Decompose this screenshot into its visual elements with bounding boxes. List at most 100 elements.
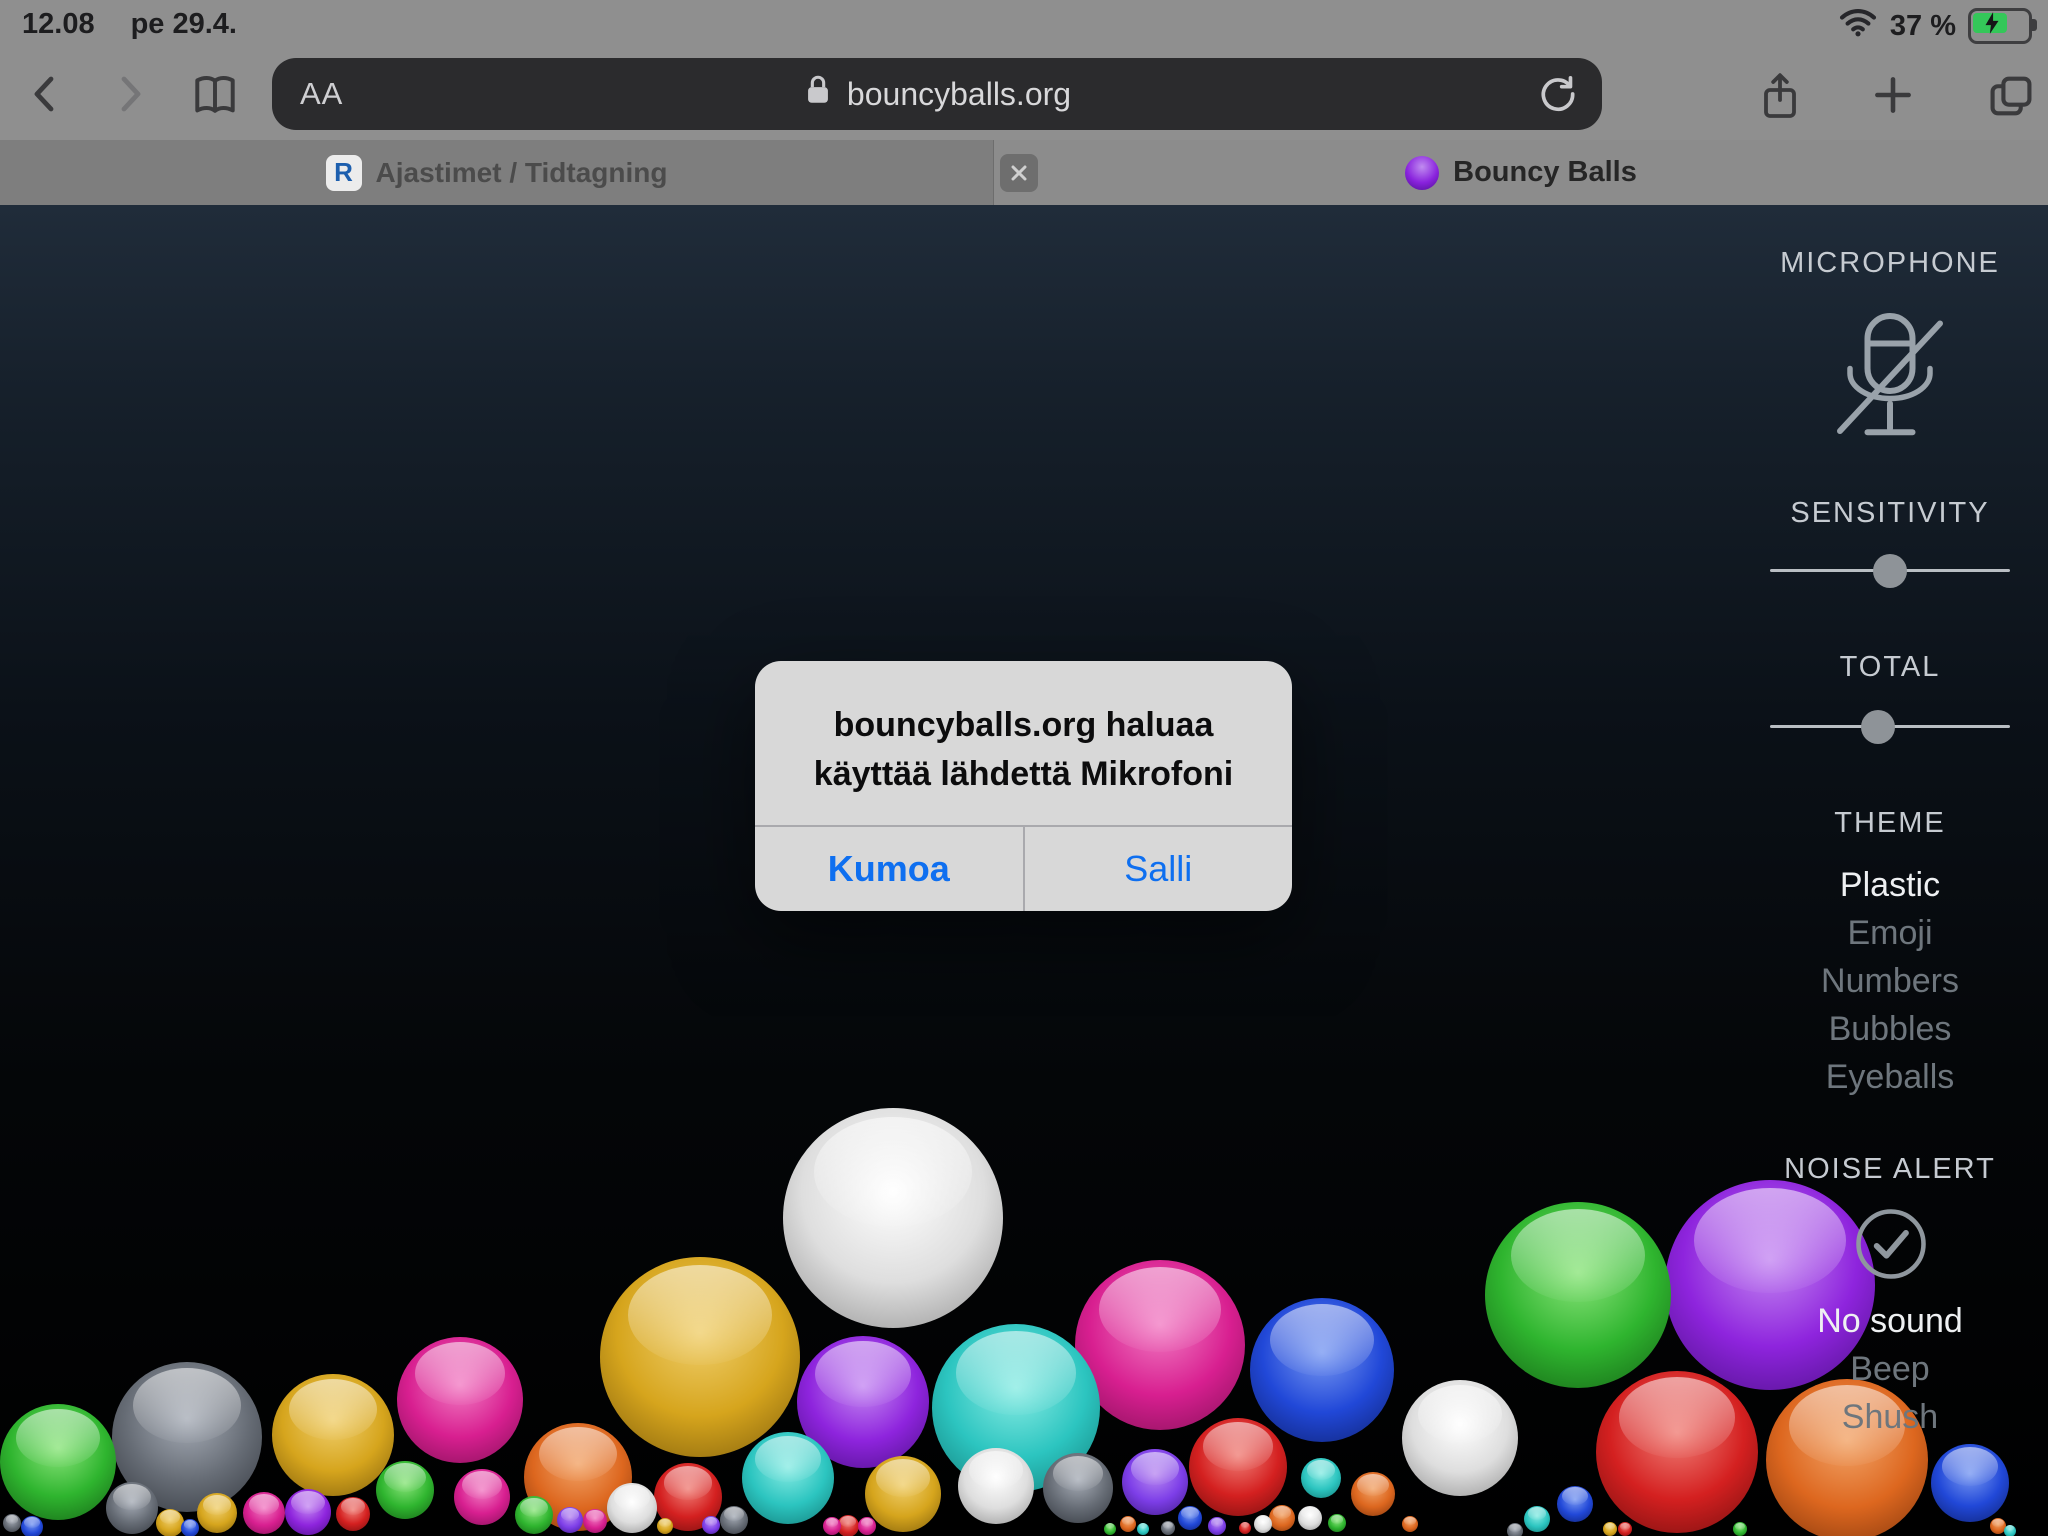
noise-alert-check-icon[interactable]: [1852, 1205, 1930, 1288]
noise-option-beep[interactable]: Beep: [1732, 1345, 2048, 1393]
bouncy-ball-magenta: [858, 1517, 876, 1535]
tab-title: Bouncy Balls: [1453, 156, 1637, 189]
reload-button[interactable]: [1536, 72, 1580, 116]
sensitivity-thumb[interactable]: [1873, 554, 1907, 588]
noise-alert-options: No soundBeepShush: [1732, 1297, 2048, 1441]
bouncy-ball-white: [1402, 1380, 1518, 1496]
bouncy-ball-green: [1104, 1523, 1116, 1535]
bouncy-ball-magenta: [454, 1469, 510, 1525]
share-button[interactable]: [1755, 70, 1803, 118]
bouncy-ball-magenta: [823, 1517, 841, 1535]
date: pe 29.4.: [131, 8, 237, 41]
bouncy-ball-violet: [1208, 1517, 1226, 1535]
back-button[interactable]: [22, 70, 70, 118]
tab-favicon-timer: R: [326, 155, 362, 191]
bouncy-ball-orange: [1351, 1472, 1395, 1516]
sensitivity-slider[interactable]: [1770, 553, 2010, 589]
theme-option-eyeballs[interactable]: Eyeballs: [1732, 1053, 2048, 1101]
tab-bouncy-balls[interactable]: Bouncy Balls: [994, 140, 2048, 205]
bouncy-ball-gray: [1043, 1453, 1113, 1523]
bouncy-ball-violet: [1122, 1449, 1188, 1515]
bouncy-ball-gray: [1161, 1521, 1175, 1535]
microphone-label: MICROPHONE: [1732, 247, 2048, 280]
sensitivity-label: SENSITIVITY: [1732, 497, 2048, 530]
bouncy-ball-red: [1618, 1522, 1632, 1536]
url-text: bouncyballs.org: [847, 76, 1071, 113]
bouncyballs-canvas[interactable]: MICROPHONE SENSITIVITY TOTAL: [0, 205, 2048, 1536]
bouncy-ball-gold: [1603, 1522, 1617, 1536]
bouncy-ball-magenta: [583, 1509, 607, 1533]
bouncy-ball-white: [607, 1483, 657, 1533]
tab-bar: R Ajastimet / Tidtagning Bouncy Balls: [0, 140, 2048, 205]
ipad-screen: 12.08 pe 29.4. 37 %: [0, 0, 2048, 1536]
bouncy-ball-magenta: [243, 1492, 285, 1534]
bouncy-ball-red: [1189, 1418, 1287, 1516]
bouncy-ball-green: [0, 1404, 116, 1520]
reader-button[interactable]: AA: [300, 76, 343, 112]
theme-options: PlasticEmojiNumbersBubblesEyeballs: [1732, 861, 2048, 1101]
bouncy-ball-blue: [181, 1519, 199, 1536]
bouncy-ball-orange: [1120, 1516, 1136, 1532]
safari-toolbar: AA bouncyballs.org: [0, 48, 2048, 140]
theme-option-emoji[interactable]: Emoji: [1732, 909, 2048, 957]
tab-ajastimet[interactable]: R Ajastimet / Tidtagning: [0, 140, 994, 205]
total-thumb[interactable]: [1861, 710, 1895, 744]
bouncy-ball-green: [515, 1496, 553, 1534]
tab-overview-button[interactable]: [1985, 70, 2033, 118]
bookmarks-icon[interactable]: [190, 70, 238, 118]
dialog-cancel-button[interactable]: Kumoa: [755, 827, 1025, 911]
new-tab-button[interactable]: [1868, 70, 1916, 118]
bouncy-ball-magenta: [1075, 1260, 1245, 1430]
bouncy-ball-red: [1239, 1522, 1251, 1534]
bouncy-ball-gray: [106, 1482, 158, 1534]
bouncy-ball-blue: [1178, 1506, 1202, 1530]
dialog-message: bouncyballs.org haluaa käyttää lähdettä …: [755, 701, 1292, 799]
battery-percent: 37 %: [1890, 10, 1956, 43]
dialog-allow-button[interactable]: Salli: [1025, 827, 1293, 911]
bouncy-ball-cyan: [1137, 1523, 1149, 1535]
noise-alert-label: NOISE ALERT: [1732, 1153, 2048, 1186]
wifi-icon: [1838, 6, 1878, 46]
bouncy-ball-gold: [865, 1456, 941, 1532]
bouncy-ball-green: [1485, 1202, 1671, 1388]
tab-favicon-ball: [1405, 156, 1439, 190]
theme-option-numbers[interactable]: Numbers: [1732, 957, 2048, 1005]
theme-option-plastic[interactable]: Plastic: [1732, 861, 2048, 909]
address-bar[interactable]: AA bouncyballs.org: [272, 58, 1602, 130]
bouncy-ball-gold: [197, 1493, 237, 1533]
bouncy-ball-blue: [1250, 1298, 1394, 1442]
battery-icon: [1968, 8, 2032, 44]
total-slider[interactable]: [1770, 709, 2010, 745]
bouncy-ball-gray: [1507, 1523, 1523, 1536]
bouncy-ball-blue: [21, 1516, 43, 1536]
bouncy-ball-gold: [657, 1518, 673, 1534]
bouncy-ball-white: [1298, 1506, 1322, 1530]
bouncy-ball-white: [783, 1108, 1003, 1328]
theme-label: THEME: [1732, 807, 2048, 840]
bouncy-ball-blue: [1557, 1486, 1593, 1522]
bouncy-ball-orange: [1402, 1516, 1418, 1532]
bouncy-ball-gray: [720, 1506, 748, 1534]
bouncy-ball-orange: [1269, 1505, 1295, 1531]
forward-button[interactable]: [105, 70, 153, 118]
noise-option-no-sound[interactable]: No sound: [1732, 1297, 2048, 1345]
status-bar: 12.08 pe 29.4. 37 %: [0, 0, 2048, 48]
tab-title: Ajastimet / Tidtagning: [376, 157, 668, 189]
noise-option-shush[interactable]: Shush: [1732, 1393, 2048, 1441]
bouncy-ball-purple: [285, 1489, 331, 1535]
bouncy-ball-cyan: [742, 1432, 834, 1524]
clock: 12.08: [22, 8, 95, 41]
microphone-muted-icon[interactable]: [1815, 301, 1965, 456]
bouncy-ball-gold: [156, 1509, 184, 1536]
bouncy-ball-white: [958, 1448, 1034, 1524]
bouncy-ball-violet: [702, 1516, 720, 1534]
close-tab-button[interactable]: [1000, 154, 1038, 192]
theme-option-bubbles[interactable]: Bubbles: [1732, 1005, 2048, 1053]
bouncy-ball-green: [376, 1461, 434, 1519]
settings-sidebar: MICROPHONE SENSITIVITY TOTAL: [1732, 205, 2048, 1536]
bouncy-ball-violet: [557, 1507, 583, 1533]
total-label: TOTAL: [1732, 651, 2048, 684]
bouncy-ball-gold: [600, 1257, 800, 1457]
bouncy-ball-green: [1328, 1514, 1346, 1532]
lock-icon: [803, 73, 833, 115]
